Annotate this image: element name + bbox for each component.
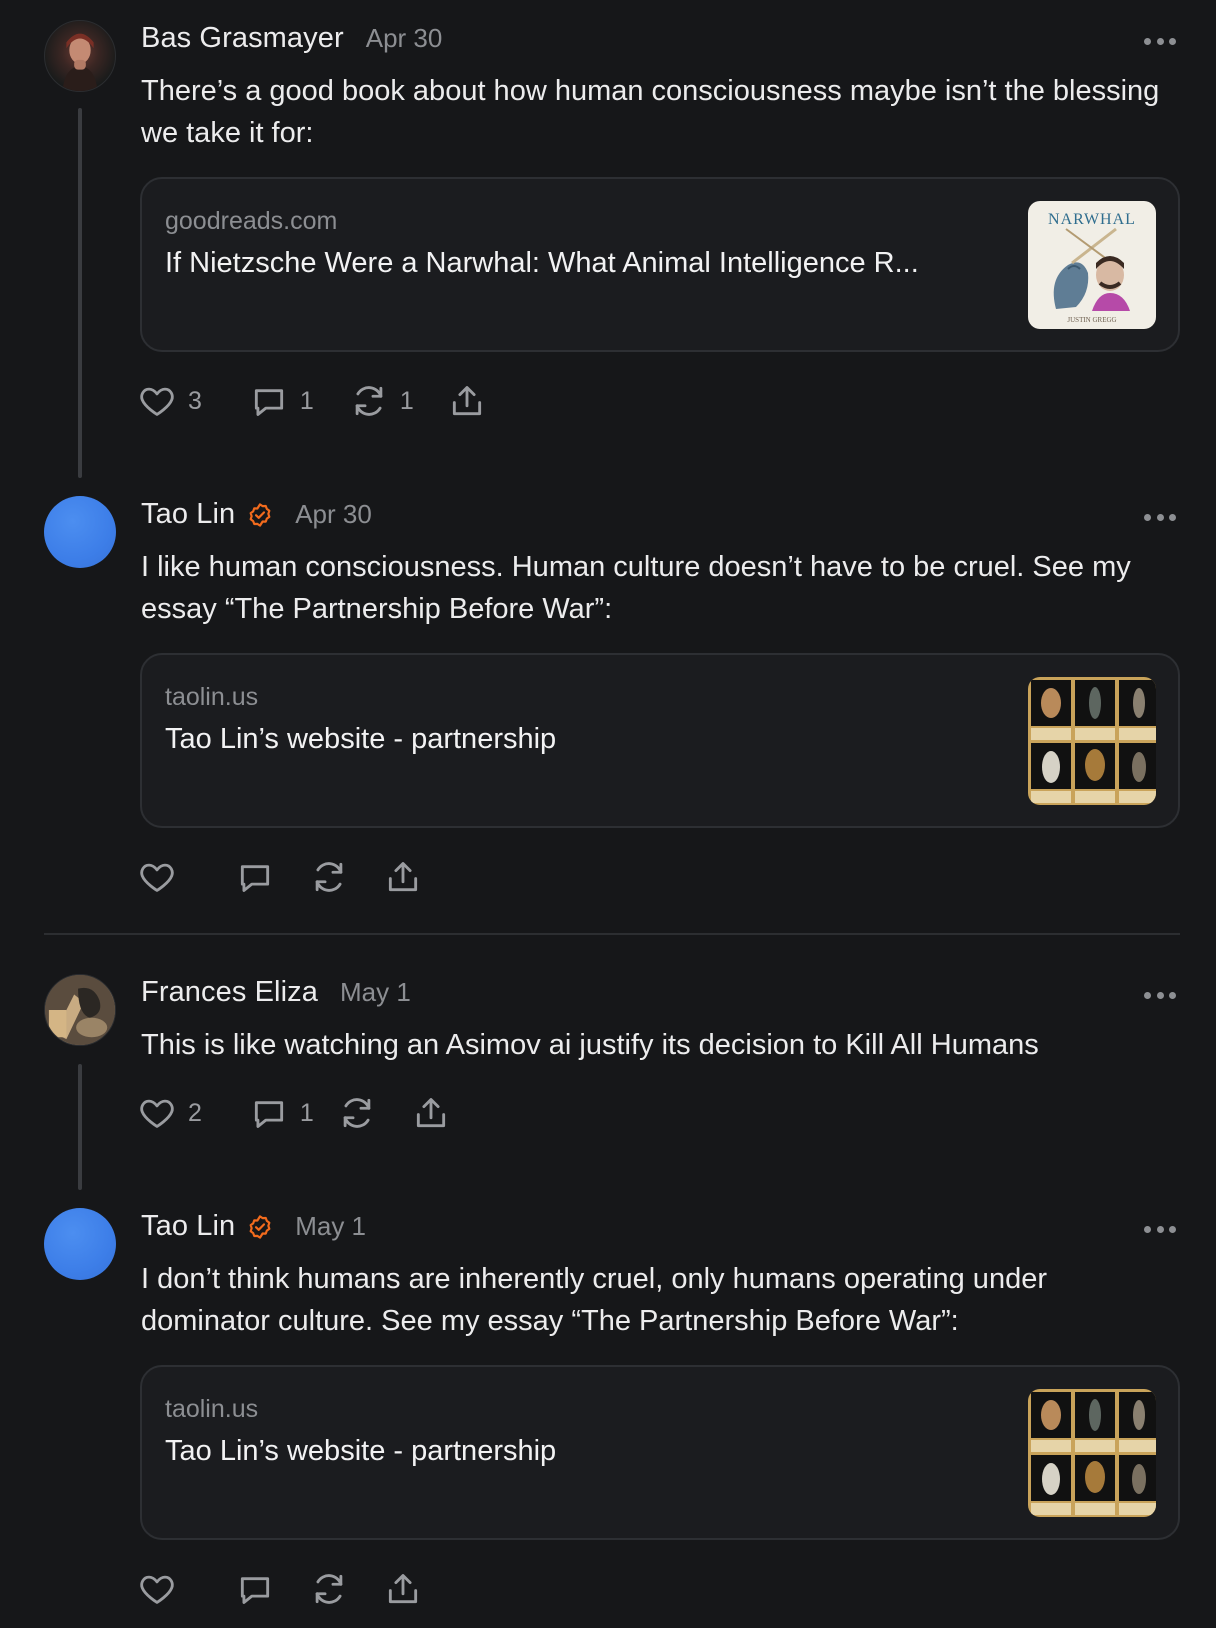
post-header: Bas Grasmayer Apr 30: [141, 22, 442, 55]
book-cover-thumbnail: NARWHAL JUSTIN GREGG: [1028, 201, 1156, 329]
comment-icon: [240, 1577, 270, 1604]
heart-icon: [140, 387, 174, 416]
like-button[interactable]: [138, 1570, 188, 1608]
restack-icon: [315, 862, 343, 892]
share-button[interactable]: [384, 1570, 422, 1608]
heart-icon: [140, 1099, 174, 1128]
link-domain: goodreads.com: [165, 207, 338, 235]
post-text: I don’t think humans are inherently crue…: [141, 1263, 1047, 1337]
link-title: Tao Lin’s website - partnership: [165, 1435, 557, 1467]
heart-icon: [140, 1575, 174, 1604]
more-options-icon[interactable]: [1144, 990, 1176, 1000]
link-title: If Nietzsche Were a Narwhal: What Animal…: [165, 247, 919, 279]
link-card[interactable]: taolin.us Tao Lin’s website - partnershi…: [140, 653, 1180, 828]
author-name[interactable]: Tao Lin: [141, 1210, 235, 1243]
post-date[interactable]: Apr 30: [366, 23, 443, 54]
post-header: Frances Eliza May 1: [141, 976, 411, 1009]
heart-icon: [140, 863, 174, 892]
link-domain: taolin.us: [165, 683, 259, 711]
restack-icon: [343, 1098, 371, 1128]
comment-button[interactable]: 1: [250, 1094, 314, 1132]
post-text: I like human consciousness. Human cultur…: [141, 551, 1131, 625]
share-icon: [452, 386, 481, 416]
link-card[interactable]: goodreads.com If Nietzsche Were a Narwha…: [140, 177, 1180, 352]
link-title: Tao Lin’s website - partnership: [165, 723, 557, 755]
cover-title: NARWHAL: [1048, 211, 1136, 228]
restack-icon: [315, 1574, 343, 1604]
action-bar: [138, 1569, 422, 1609]
like-button[interactable]: [138, 858, 188, 896]
comment-icon: [254, 1101, 283, 1128]
like-count: 2: [188, 1098, 202, 1127]
action-bar: 2 1: [138, 1093, 450, 1133]
share-icon: [388, 1574, 418, 1604]
verified-check-icon: [249, 502, 271, 527]
share-button[interactable]: [448, 382, 486, 420]
author-name[interactable]: Frances Eliza: [141, 976, 318, 1009]
venus-figurines-thumbnail: [1028, 1389, 1156, 1517]
like-button[interactable]: 2: [138, 1094, 202, 1132]
cover-author: JUSTIN GREGG: [1067, 316, 1116, 324]
post-header: Tao Lin Apr 30: [141, 498, 372, 531]
more-options-icon[interactable]: [1144, 1224, 1176, 1234]
avatar[interactable]: [44, 974, 116, 1046]
share-icon: [388, 862, 418, 892]
post-text: This is like watching an Asimov ai justi…: [141, 1029, 1039, 1061]
restack-button[interactable]: [338, 1094, 388, 1132]
thread-line: [78, 108, 82, 478]
comment-icon: [254, 389, 283, 416]
link-card[interactable]: taolin.us Tao Lin’s website - partnershi…: [140, 1365, 1180, 1540]
comment-count: 1: [299, 386, 314, 415]
avatar[interactable]: [44, 1208, 116, 1280]
verified-check-icon: [249, 1214, 271, 1239]
restack-icon: [355, 386, 383, 416]
post-date[interactable]: May 1: [295, 1211, 366, 1242]
share-icon: [416, 1098, 445, 1128]
share-button[interactable]: [384, 858, 422, 896]
share-button[interactable]: [412, 1094, 450, 1132]
comment-count: 1: [299, 1098, 314, 1127]
comment-button[interactable]: [236, 858, 286, 896]
comment-icon: [240, 865, 270, 892]
thread-divider: [44, 933, 1180, 935]
restack-button[interactable]: [310, 1570, 360, 1608]
comment-button[interactable]: [236, 1570, 286, 1608]
post-date[interactable]: Apr 30: [295, 499, 372, 530]
post-text: There’s a good book about how human cons…: [141, 75, 1160, 149]
post-date[interactable]: May 1: [340, 977, 411, 1008]
post-header: Tao Lin May 1: [141, 1210, 366, 1243]
comment-button[interactable]: 1: [250, 382, 314, 420]
restack-button[interactable]: 1: [350, 382, 414, 420]
action-bar: [138, 857, 422, 897]
thread-line: [78, 1064, 82, 1190]
like-button[interactable]: 3: [138, 382, 202, 420]
restack-button[interactable]: [310, 858, 360, 896]
like-count: 3: [188, 386, 202, 415]
link-domain: taolin.us: [165, 1395, 259, 1423]
more-options-icon[interactable]: [1144, 512, 1176, 522]
author-name[interactable]: Tao Lin: [141, 498, 235, 531]
more-options-icon[interactable]: [1144, 36, 1176, 46]
restack-count: 1: [399, 386, 414, 415]
avatar[interactable]: [44, 496, 116, 568]
venus-figurines-thumbnail: [1028, 677, 1156, 805]
author-name[interactable]: Bas Grasmayer: [141, 22, 344, 55]
action-bar: 3 1 1: [138, 381, 486, 421]
avatar[interactable]: [44, 20, 116, 92]
